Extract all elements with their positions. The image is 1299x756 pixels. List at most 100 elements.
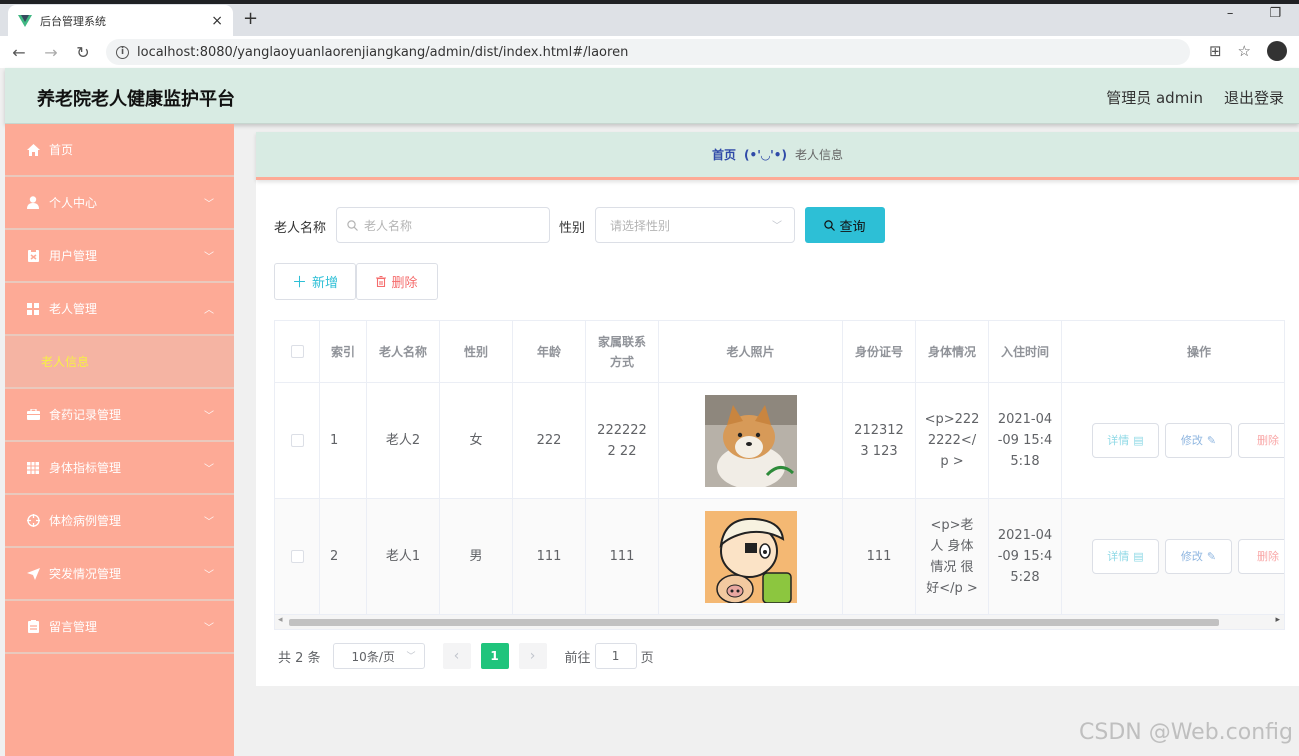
row-checkbox[interactable] xyxy=(290,550,304,563)
info-icon[interactable]: i xyxy=(116,45,129,59)
cell-gender: 男 xyxy=(440,499,513,614)
cell-photo xyxy=(659,383,843,498)
sidebar-item-elder-management[interactable]: 老人管理 ︿ xyxy=(5,283,234,336)
logout-button[interactable]: 退出登录 xyxy=(1224,87,1284,108)
account-icon[interactable] xyxy=(1267,41,1287,61)
sidebar-item-elder-info[interactable]: 老人信息 xyxy=(5,336,234,389)
cell-gender: 女 xyxy=(440,383,513,498)
sidebar-item-checkup[interactable]: 体检病例管理 ﹀ xyxy=(5,495,234,548)
reload-icon[interactable]: ↻ xyxy=(70,43,96,62)
col-operations: 操作 xyxy=(1186,344,1211,359)
sidebar-item-messages[interactable]: 留言管理 ﹀ xyxy=(5,601,234,654)
prev-page-button[interactable]: ‹ xyxy=(442,643,471,669)
cell-operations: 详情 ▤ 修改 ✎ 删除 xyxy=(1062,499,1284,614)
sidebar-item-label: 食药记录管理 xyxy=(49,408,122,422)
tab-close-icon[interactable]: × xyxy=(211,13,223,29)
edit-button[interactable]: 修改 ✎ xyxy=(1165,423,1232,458)
sidebar-item-label: 老人信息 xyxy=(41,355,90,369)
tab-title: 后台管理系统 xyxy=(40,14,106,28)
scrollbar-thumb[interactable] xyxy=(289,619,1219,626)
vue-logo-icon xyxy=(18,14,32,27)
detail-button[interactable]: 详情 ▤ xyxy=(1092,423,1159,458)
gender-filter-label: 性别 xyxy=(559,221,586,236)
sidebar-item-label: 首页 xyxy=(49,143,74,157)
sidebar-item-home[interactable]: 首页 xyxy=(5,124,234,177)
scroll-right-icon[interactable]: ▸ xyxy=(1275,615,1280,625)
new-tab-button[interactable]: + xyxy=(243,8,258,29)
delete-button[interactable]: 删除 xyxy=(1238,539,1284,574)
horizontal-scrollbar[interactable]: ◂ ▸ xyxy=(275,615,1284,629)
url-input[interactable]: i localhost:8080/yanglaoyuanlaorenjiangk… xyxy=(106,39,1190,65)
col-name: 老人名称 xyxy=(367,321,440,382)
sidebar-item-user-management[interactable]: 用户管理 ﹀ xyxy=(5,230,234,283)
chevron-down-icon: ﹀ xyxy=(406,652,416,662)
cell-index: 2 xyxy=(320,499,367,614)
cell-age: 111 xyxy=(513,499,586,614)
gender-select[interactable]: 请选择性别 ﹀ xyxy=(595,207,795,243)
shiba-dog-photo[interactable] xyxy=(704,394,797,487)
browser-tab[interactable]: 后台管理系统 × xyxy=(8,5,233,36)
cell-contact: 2222222 22 xyxy=(586,383,659,498)
delete-button-label: 删除 xyxy=(1257,550,1279,563)
chevron-down-icon: ﹀ xyxy=(204,199,214,210)
browser-tab-bar: 后台管理系统 × + – ❐ xyxy=(0,0,1299,36)
cartoon-boy-photo[interactable] xyxy=(704,510,797,603)
search-icon xyxy=(824,219,836,231)
translate-icon[interactable]: ⊞ xyxy=(1209,42,1222,60)
address-bar-row: ← → ↻ i localhost:8080/yanglaoyuanlaoren… xyxy=(0,36,1299,68)
edit-button[interactable]: 修改 ✎ xyxy=(1165,539,1232,574)
breadcrumb-home[interactable]: 首页 xyxy=(712,146,736,163)
restore-icon[interactable]: ❐ xyxy=(1269,6,1281,21)
edit-button-label: 修改 xyxy=(1180,434,1203,447)
detail-button[interactable]: 详情 ▤ xyxy=(1092,539,1159,574)
query-button-label: 查询 xyxy=(839,219,866,235)
col-health: 身体情况 xyxy=(916,321,989,382)
page-size-value: 10条/页 xyxy=(351,649,395,664)
cell-checkin: 2021-04 -09 15:4 5:28 xyxy=(989,499,1062,614)
sidebar-item-food-medicine[interactable]: 食药记录管理 ﹀ xyxy=(5,389,234,442)
document-icon: ▤ xyxy=(1133,550,1144,563)
query-button[interactable]: 查询 xyxy=(805,207,885,243)
table-row: 1 老人2 女 222 2222222 22 2123123 123 <p>22… xyxy=(275,383,1284,499)
sidebar-item-label: 留言管理 xyxy=(49,620,98,634)
select-all-cell xyxy=(275,321,320,382)
sidebar-item-body-index[interactable]: 身体指标管理 ﹀ xyxy=(5,442,234,495)
goto-label: 前往 xyxy=(564,650,591,666)
chevron-down-icon: ﹀ xyxy=(204,464,214,475)
cell-idcard: 2123123 123 xyxy=(843,383,916,498)
star-icon[interactable]: ☆ xyxy=(1238,42,1251,60)
sidebar-item-personal-center[interactable]: 个人中心 ﹀ xyxy=(5,177,234,230)
col-checkin: 入住时间 xyxy=(989,321,1062,382)
page-size-select[interactable]: 10条/页 ﹀ xyxy=(332,643,425,669)
goto-page-input[interactable]: 1 xyxy=(594,643,637,669)
select-all-checkbox[interactable] xyxy=(290,345,304,358)
document-icon: ▤ xyxy=(1133,434,1144,447)
minimize-icon[interactable]: – xyxy=(1227,6,1234,21)
edit-button-label: 修改 xyxy=(1180,550,1203,563)
sidebar-item-label: 老人管理 xyxy=(49,302,98,316)
cell-health: <p>222 2222</p > xyxy=(916,383,989,498)
page-number-active[interactable]: 1 xyxy=(480,643,509,669)
sidebar-item-emergency[interactable]: 突发情况管理 ﹀ xyxy=(5,548,234,601)
batch-delete-button[interactable]: 删除 xyxy=(356,263,438,300)
watermark: CSDN @Web.config xyxy=(1079,720,1293,745)
batch-delete-label: 删除 xyxy=(391,276,418,291)
home-icon xyxy=(25,143,41,156)
grid-icon xyxy=(25,302,41,315)
chevron-down-icon: ﹀ xyxy=(204,411,214,422)
briefcase-icon xyxy=(25,409,41,420)
pagination: 共 2 条 10条/页 ﹀ ‹ 1 › 前往 1 页 xyxy=(278,642,654,670)
add-button[interactable]: ＋ 新增 xyxy=(274,263,356,300)
delete-button[interactable]: 删除 xyxy=(1238,423,1284,458)
browser-right-icons: ⊞ ☆ xyxy=(1209,41,1287,61)
next-page-button[interactable]: › xyxy=(518,643,547,669)
name-search-input[interactable]: 老人名称 xyxy=(336,207,550,243)
breadcrumb-separator: (•'◡'•) xyxy=(744,147,787,162)
pencil-icon: ✎ xyxy=(1206,434,1217,447)
trash-icon xyxy=(376,276,387,287)
sidebar-item-label: 体检病例管理 xyxy=(49,514,122,528)
back-icon[interactable]: ← xyxy=(6,43,32,62)
forward-icon[interactable]: → xyxy=(38,43,64,62)
scroll-left-icon[interactable]: ◂ xyxy=(278,615,283,625)
row-checkbox[interactable] xyxy=(290,434,304,447)
